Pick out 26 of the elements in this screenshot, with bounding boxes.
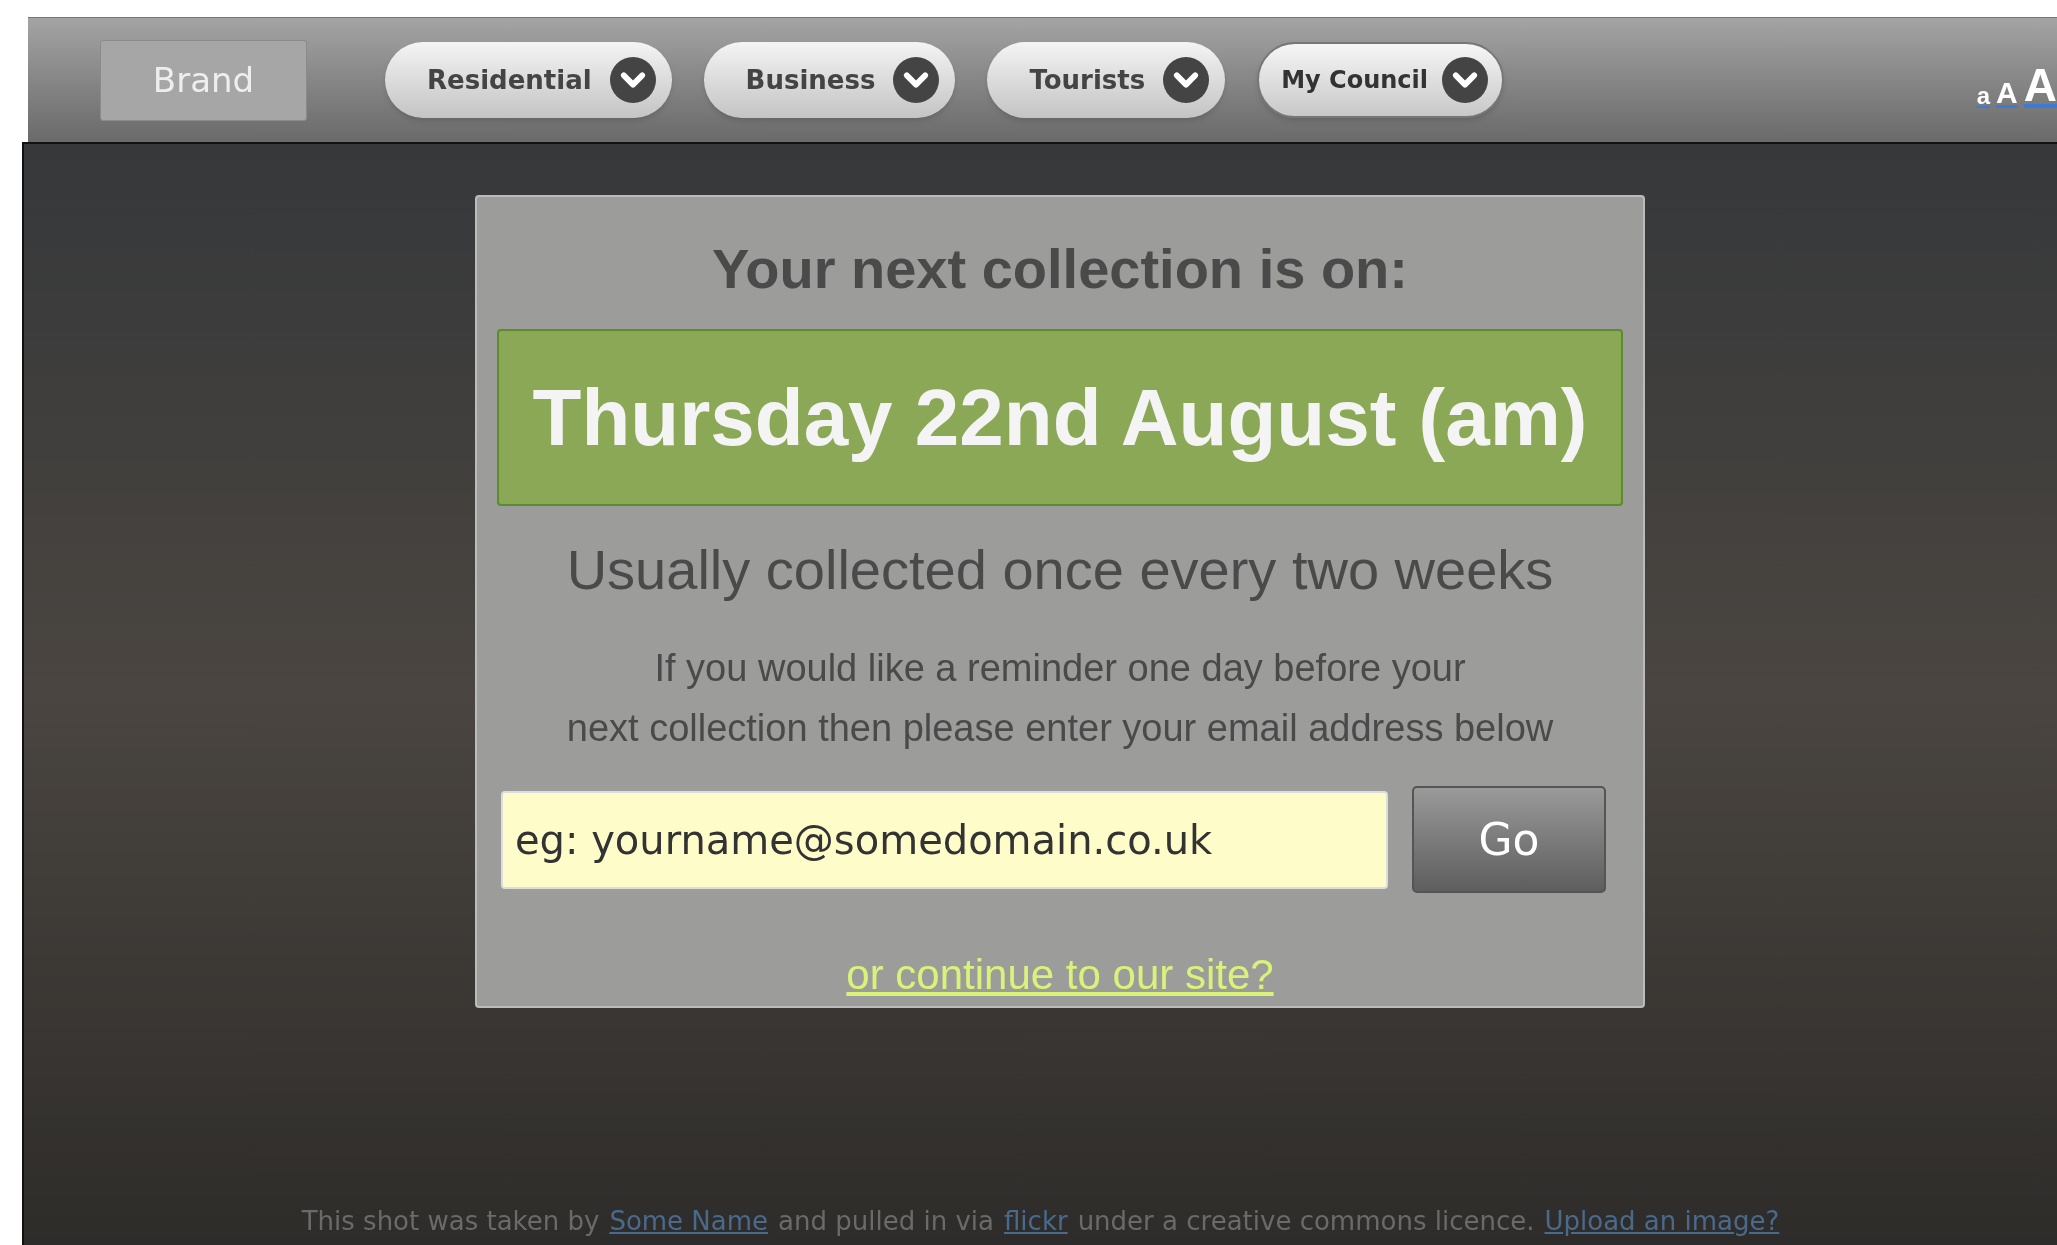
text-size-link[interactable]: A	[1996, 78, 2018, 108]
continue-link[interactable]: or continue to our site?	[846, 943, 1274, 1006]
nav-menu-button[interactable]: Residential	[385, 42, 672, 118]
go-button[interactable]: Go	[1412, 786, 1606, 893]
credit-text: This shot was taken by	[301, 1205, 600, 1238]
chevron-down-icon	[1442, 57, 1489, 103]
reminder-text: next collection then please enter your email address below	[566, 706, 1554, 751]
modal-heading: Your next collection is on:	[712, 236, 1408, 302]
nav-menu-button[interactable]: Tourists	[987, 42, 1226, 118]
reminder-text: If you would like a reminder one day before your	[654, 646, 1466, 691]
brand-logo[interactable]: Brand	[100, 39, 307, 121]
credit-link[interactable]: Upload an image?	[1544, 1202, 1780, 1241]
chevron-down-icon	[893, 57, 940, 103]
frequency-text: Usually collected once every two weeks	[566, 537, 1554, 603]
email-input-field[interactable]: eg: yourname@somedomain.co.uk	[501, 790, 1388, 889]
nav-menu-button[interactable]: Business	[703, 42, 956, 118]
nav-menu-button[interactable]: My Council	[1257, 42, 1505, 118]
credit-text: and pulled in via	[778, 1205, 994, 1238]
chevron-down-icon	[1163, 57, 1210, 103]
credit-link[interactable]: Some Name	[609, 1202, 769, 1241]
collection-date: Thursday 22nd August (am)	[497, 329, 1623, 506]
credit-link[interactable]: flickr	[1004, 1202, 1068, 1241]
chevron-down-icon	[609, 57, 656, 103]
text-size-link[interactable]: A	[2023, 62, 2057, 108]
credit-text: under a creative commons licence.	[1077, 1205, 1535, 1238]
text-size-link[interactable]: a	[1976, 84, 1991, 108]
